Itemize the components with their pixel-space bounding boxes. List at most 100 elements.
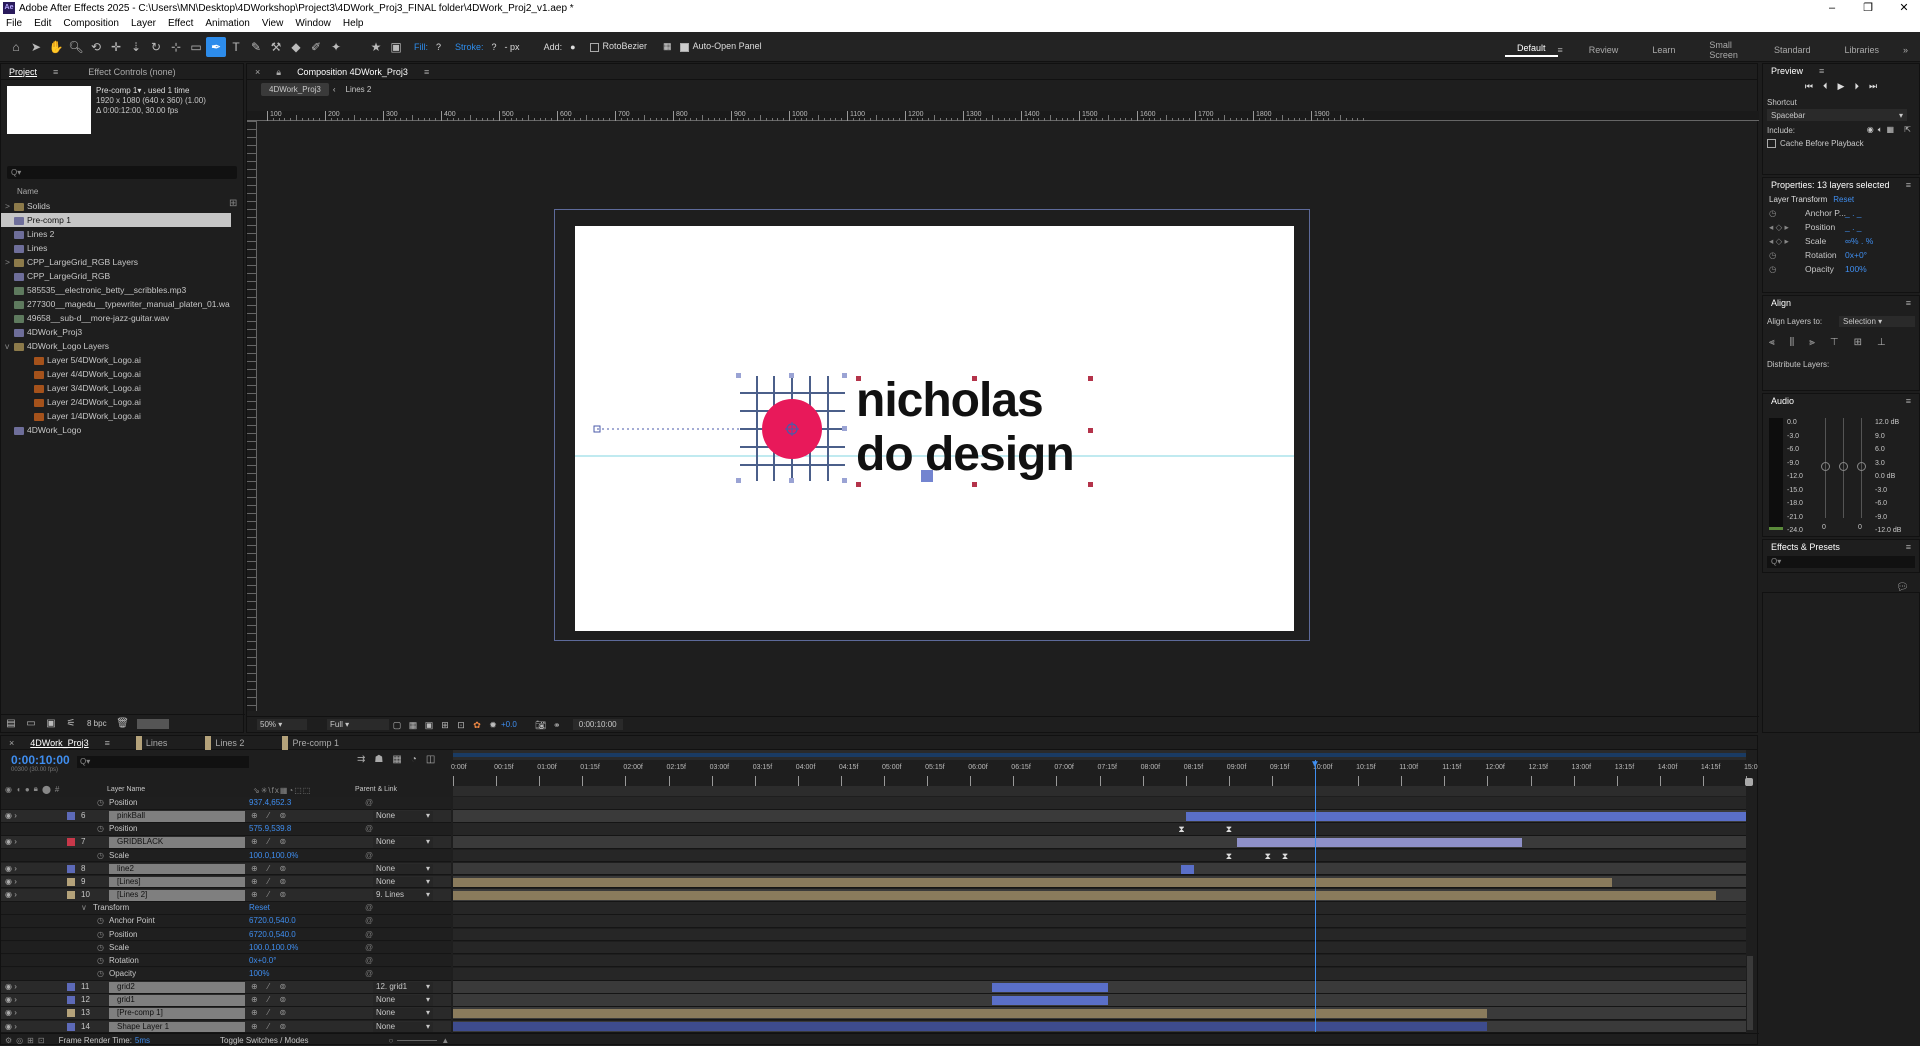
layer-duration-bar[interactable]: [453, 890, 1716, 900]
rotobezier-checkbox[interactable]: RotoBezier: [589, 41, 647, 52]
audio-slider-thumb-mid[interactable]: [1839, 462, 1848, 471]
stopwatch-icon[interactable]: ◷: [97, 942, 104, 955]
comp-menu-icon[interactable]: ≡: [416, 65, 437, 79]
menu-view[interactable]: View: [256, 16, 290, 32]
new-comp-icon[interactable]: ▣: [41, 714, 61, 734]
layer-label-color[interactable]: [67, 983, 75, 992]
comp-panel-title[interactable]: Composition 4DWork_Proj3: [289, 65, 416, 79]
timeline-layer-row[interactable]: ◉ › 12 grid1 ⊕ ⁄ ⊚ None ▾: [1, 994, 1746, 1007]
star-icon[interactable]: ★: [366, 37, 386, 57]
footer-toggle-icons[interactable]: ⚙◎⊞⊡: [5, 1036, 49, 1045]
menu-help[interactable]: Help: [337, 16, 370, 32]
transform-value[interactable]: 0x+0°: [1845, 248, 1867, 262]
shortcut-dropdown[interactable]: Spacebar ▾: [1767, 109, 1907, 121]
mask-icon[interactable]: ▣: [421, 715, 437, 735]
timeline-property-row[interactable]: ∨ Transform Reset @: [1, 902, 1746, 915]
zoom-slider[interactable]: [397, 1039, 438, 1041]
layer-label-color[interactable]: [67, 1022, 75, 1031]
timeline-property-row[interactable]: ◷ Rotation 0x+0.0° @: [1, 954, 1746, 968]
exposure-value[interactable]: +0.0: [501, 720, 517, 729]
playhead[interactable]: [1315, 760, 1316, 1032]
audio-slider-thumb-right[interactable]: [1857, 462, 1866, 471]
align-hcenter-icon[interactable]: ⫼: [1790, 337, 1795, 348]
layer-switches[interactable]: ⊕ ⁄ ⊚: [251, 889, 290, 902]
rotate-tool-icon[interactable]: ↻: [146, 37, 166, 57]
comp-flow-tab-lines2[interactable]: Lines 2: [340, 83, 378, 96]
layer-switches[interactable]: ⊕ ⁄ ⊚: [251, 1021, 290, 1033]
av-audio-icon[interactable]: ◖: [16, 785, 21, 794]
workspace-small-screen[interactable]: Small Screen: [1697, 40, 1752, 60]
fill-value[interactable]: ?: [436, 42, 441, 52]
hand-tool-icon[interactable]: ✋: [46, 37, 66, 57]
menu-effect[interactable]: Effect: [162, 16, 199, 32]
timeline-tab-lines[interactable]: Lines: [135, 735, 176, 750]
roto-brush-tool-icon[interactable]: ✐: [306, 37, 326, 57]
selection-tool-icon[interactable]: ➤: [26, 37, 46, 57]
menu-animation[interactable]: Animation: [199, 16, 255, 32]
layer-switches[interactable]: ⊕ ⁄ ⊚: [251, 994, 290, 1007]
comp-timecode[interactable]: 0:00:10:00: [572, 719, 623, 730]
property-value[interactable]: Reset: [249, 902, 270, 915]
project-item[interactable]: 49658__sub-d__more-jazz-guitar.wav: [1, 311, 231, 325]
stopwatch-icon[interactable]: ◷: [97, 850, 104, 863]
timeline-search-input[interactable]: Q▾: [77, 756, 249, 768]
pickwhip-icon[interactable]: @: [365, 915, 373, 928]
layer-duration-bar[interactable]: [1181, 864, 1195, 874]
menu-composition[interactable]: Composition: [57, 16, 125, 32]
layer-duration-bar[interactable]: [1185, 811, 1746, 821]
layer-label-color[interactable]: [67, 864, 75, 873]
stopwatch-icon[interactable]: ◷: [97, 968, 104, 981]
effects-menu-icon[interactable]: ≡: [1898, 540, 1919, 554]
next-frame-icon[interactable]: ⏵: [1854, 81, 1859, 92]
project-item[interactable]: 277300__magedu__typewriter_manual_platen…: [1, 297, 231, 311]
parent-dropdown[interactable]: None ▾: [373, 995, 433, 1006]
orbit-tool-icon[interactable]: ⟲: [86, 37, 106, 57]
dolly-tool-icon[interactable]: ⇣: [126, 37, 146, 57]
visibility-eye-icon[interactable]: ◉ ›: [5, 876, 17, 889]
graph-editor-icon[interactable]: ◫: [426, 754, 435, 765]
pen-tool-icon[interactable]: ✒: [206, 36, 226, 57]
panel-icon[interactable]: ▦: [663, 41, 672, 52]
stroke-value[interactable]: ?: [492, 42, 497, 52]
timeline-property-row[interactable]: ◷ Position 6720.0,540.0 @: [1, 928, 1746, 942]
auto-open-checkbox[interactable]: Auto-Open Panel: [679, 41, 762, 52]
snapshot-icon[interactable]: 📷︎: [533, 715, 549, 735]
layer-label-color[interactable]: [67, 838, 75, 847]
align-to-dropdown[interactable]: Selection ▾: [1839, 316, 1915, 327]
timeline-property-row[interactable]: ◷ Anchor Point 6720.0,540.0 @: [1, 915, 1746, 928]
layer-label-color[interactable]: [67, 996, 75, 1005]
project-search-input[interactable]: Q▾: [7, 166, 237, 179]
timeline-layer-row[interactable]: ◉ › 13 [Pre-comp 1] ⊕ ⁄ ⊚ None ▾: [1, 1007, 1746, 1020]
keyframe-icon[interactable]: ⧗: [1178, 823, 1184, 836]
property-value[interactable]: 100.0,100.0%: [249, 850, 298, 863]
timeline-layer-row[interactable]: ◉ › 10 [Lines 2] ⊕ ⁄ ⊚ 9. Lines ▾: [1, 889, 1746, 902]
delete-icon[interactable]: 🗑︎: [113, 714, 133, 734]
parent-dropdown[interactable]: None ▾: [373, 811, 433, 822]
visibility-eye-icon[interactable]: ◉ ›: [5, 810, 17, 823]
project-item[interactable]: Layer 1/4DWork_Logo.ai: [1, 409, 231, 423]
timeline-property-row[interactable]: ◷ Position 937.4,652.3 @: [1, 797, 1746, 810]
zoom-out-icon[interactable]: ○: [389, 1036, 394, 1045]
comp-flow-tab-proj3[interactable]: 4DWork_Proj3: [261, 82, 329, 96]
property-value[interactable]: 6720.0,540.0: [249, 929, 296, 942]
keyframe-icon[interactable]: ⧗: [1226, 850, 1232, 863]
pan-tool-icon[interactable]: ✛: [106, 37, 126, 57]
timeline-layer-row[interactable]: ◉ › 11 grid2 ⊕ ⁄ ⊚ 12. grid1 ▾: [1, 981, 1746, 994]
include-icons[interactable]: ◉🔈︎▦ ⇱: [1867, 125, 1915, 135]
timeline-layer-row[interactable]: ◉ › 14 Shape Layer 1 ⊕ ⁄ ⊚ None ▾: [1, 1020, 1746, 1033]
timeline-layer-row[interactable]: ◉ › 9 [Lines] ⊕ ⁄ ⊚ None ▾: [1, 875, 1746, 889]
workspace-overflow-icon[interactable]: »: [1891, 45, 1920, 55]
twirl-icon[interactable]: ∨: [81, 902, 87, 915]
pickwhip-icon[interactable]: @: [365, 823, 373, 836]
col-name-header[interactable]: Name: [17, 187, 38, 196]
exposure-icon[interactable]: ✹: [485, 715, 501, 735]
zoom-tool-icon[interactable]: 🔍︎: [66, 37, 86, 57]
timeline-layer-row[interactable]: ◉ › 8 line2 ⊕ ⁄ ⊚ None ▾: [1, 862, 1746, 876]
resolution-dropdown[interactable]: Full ▾: [327, 719, 389, 730]
adjust-icon[interactable]: ⚟: [61, 714, 81, 734]
layer-switches[interactable]: ⊕ ⁄ ⊚: [251, 1007, 290, 1020]
layer-duration-bar[interactable]: [453, 877, 1613, 887]
timeline-menu-icon[interactable]: ≡: [97, 736, 118, 750]
av-eye-icon[interactable]: ◉: [5, 785, 12, 794]
layer-switches[interactable]: ⊕ ⁄ ⊚: [251, 876, 290, 889]
